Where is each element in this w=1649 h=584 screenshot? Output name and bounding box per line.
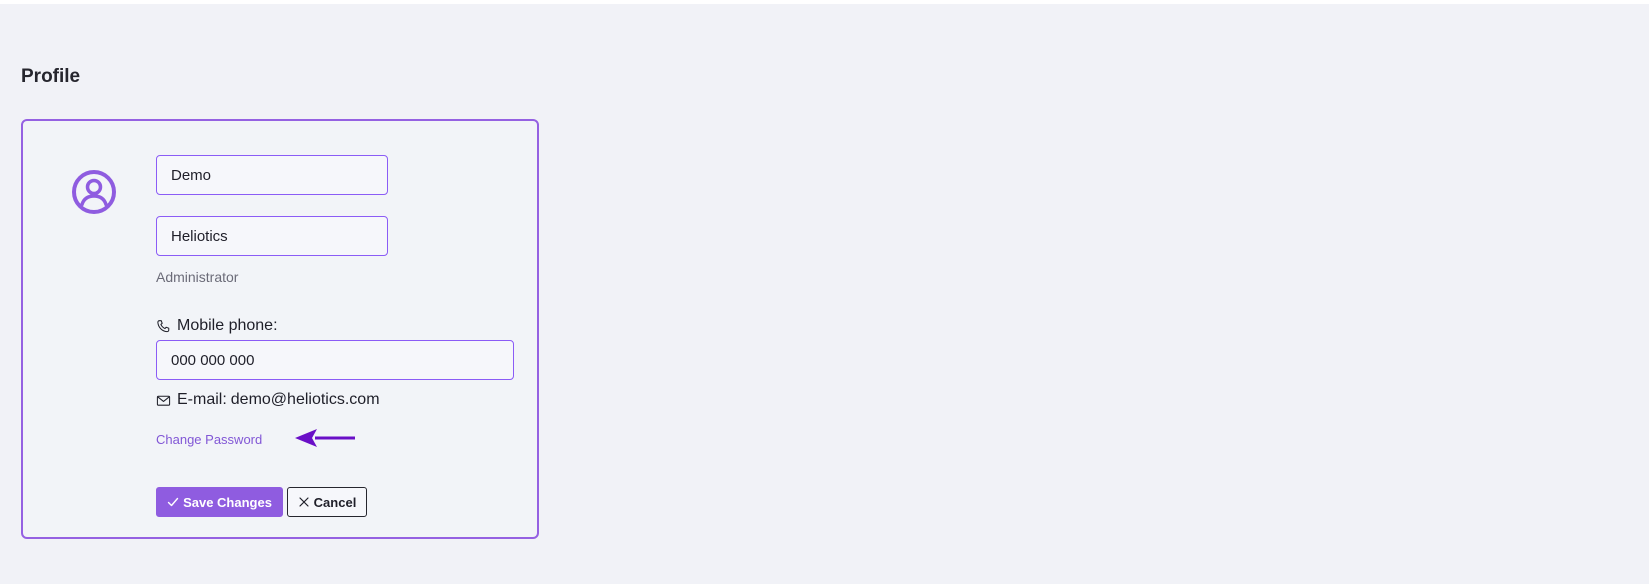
profile-card: Administrator Mobile phone: E-mail: demo… xyxy=(21,119,539,539)
save-changes-button[interactable]: Save Changes xyxy=(156,487,283,517)
mail-icon xyxy=(156,393,171,408)
check-icon xyxy=(167,496,179,508)
phone-icon xyxy=(156,319,171,334)
phone-label-text: Mobile phone: xyxy=(177,317,278,334)
first-name-input[interactable] xyxy=(156,155,388,195)
x-icon xyxy=(298,496,310,508)
email-value: demo@heliotics.com xyxy=(230,391,380,408)
page-title: Profile xyxy=(21,66,81,87)
role-label: Administrator xyxy=(156,269,239,285)
mobile-phone-input[interactable] xyxy=(156,340,514,380)
email-line: E-mail: demo@heliotics.com xyxy=(156,390,380,410)
phone-label: Mobile phone: xyxy=(156,316,278,336)
save-changes-label: Save Changes xyxy=(183,494,272,510)
cancel-button[interactable]: Cancel xyxy=(287,487,367,517)
last-name-input[interactable] xyxy=(156,216,388,256)
change-password-link[interactable]: Change Password xyxy=(156,431,262,449)
arrow-left-icon xyxy=(295,426,355,450)
page-background: Profile Administrator Mobile phone: xyxy=(0,4,1649,584)
cancel-label: Cancel xyxy=(313,494,357,510)
user-circle-icon xyxy=(71,169,117,215)
email-label: E-mail: xyxy=(177,391,227,408)
